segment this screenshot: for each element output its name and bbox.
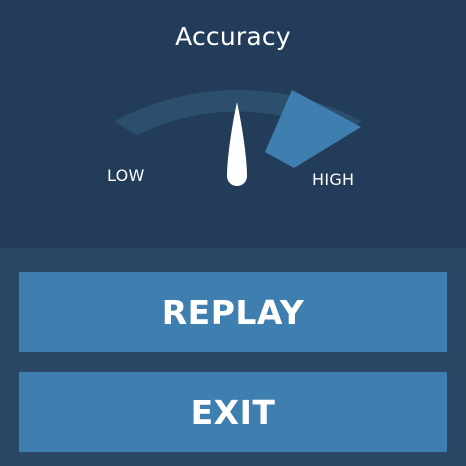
gauge-low-label: LOW (107, 166, 145, 185)
exit-button[interactable]: EXIT (19, 372, 447, 452)
accuracy-gauge (114, 89, 362, 200)
accuracy-panel: Accuracy LOW HIGH (0, 0, 466, 248)
gauge-high-label: HIGH (312, 170, 355, 189)
replay-button[interactable]: REPLAY (19, 272, 447, 352)
gauge-needle (227, 102, 247, 186)
